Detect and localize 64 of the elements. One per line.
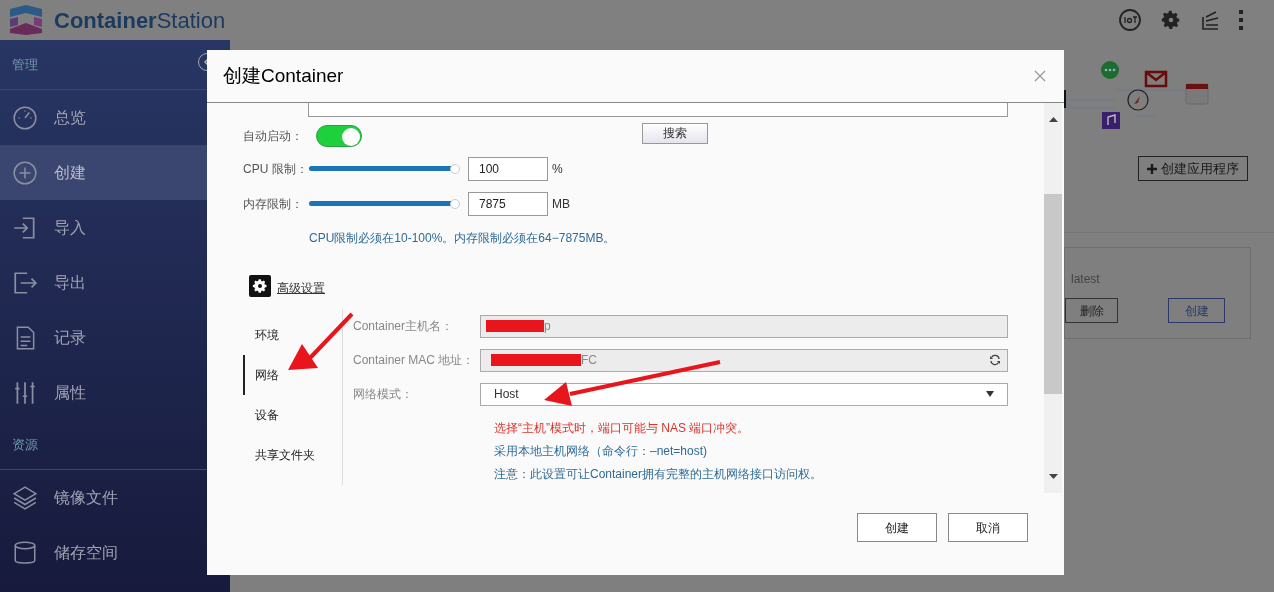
limit-note: CPU限制必须在10-100%。内存限制必须在64−7875MB。 (309, 230, 617, 247)
more-icon[interactable] (1238, 10, 1244, 30)
dialog-title: 创建Container (223, 63, 344, 88)
create-app-button[interactable]: 创建应用程序 (1138, 156, 1248, 181)
dropdown[interactable]: Host (480, 382, 1008, 406)
toggle-switch[interactable] (316, 125, 362, 147)
iot-icon[interactable] (1118, 8, 1142, 32)
sidebar-item[interactable]: 储存空间 (0, 525, 230, 580)
field-label: CPU 限制： (243, 160, 309, 178)
layers-icon (12, 484, 38, 511)
gauge-icon (12, 104, 38, 131)
cancel-button[interactable]: 取消 (948, 513, 1028, 542)
image-tag: latest (1071, 270, 1100, 288)
create-button[interactable]: 创建 (857, 513, 937, 542)
settings-icon (249, 275, 271, 297)
info-text: 采用本地主机网络（命令行：–net=host) (494, 443, 709, 460)
sidebar-item[interactable]: 镜像文件 (0, 470, 230, 525)
number-field[interactable]: 7875 (468, 191, 548, 216)
advanced-settings-link[interactable]: 高级设置 (277, 279, 325, 297)
annotation-arrow (288, 312, 354, 372)
plus-icon (1147, 163, 1157, 174)
unit-label: % (552, 160, 563, 178)
side-tab[interactable]: 环境 (243, 315, 342, 355)
warning-text: 选择“主机”模式时，端口可能与 NAS 端口冲突。 (494, 420, 751, 437)
plus-icon (12, 159, 38, 186)
delete-button[interactable]: 删除 (1065, 298, 1118, 323)
number-field[interactable]: 100 (468, 156, 548, 181)
info-text: 注意：此设置可让Container拥有完整的主机网络接口访问权。 (494, 466, 824, 483)
scrollbar-thumb[interactable] (1044, 194, 1062, 394)
slider[interactable] (309, 197, 460, 210)
close-icon[interactable] (1034, 70, 1046, 82)
section-title: 管理 (12, 55, 38, 74)
logo-icon (8, 5, 44, 35)
sidebar-item[interactable]: 总览 (0, 90, 230, 145)
sidebar-item[interactable]: 属性 (0, 365, 230, 420)
slider[interactable] (309, 162, 460, 175)
sidebar-item[interactable]: 导出 (0, 255, 230, 310)
field-label: 自动启动： (243, 128, 304, 145)
sliders-icon (12, 379, 38, 406)
unit-label: MB (552, 195, 570, 213)
import-icon (12, 214, 38, 241)
field-label: 网络模式： (353, 386, 414, 403)
scroll-down-icon[interactable] (1048, 474, 1058, 479)
field-label: Container MAC 地址： (353, 352, 476, 369)
app-title: ContainerStation (54, 6, 226, 35)
side-tab[interactable]: 共享文件夹 (243, 435, 342, 475)
field-label: 内存限制： (243, 195, 304, 213)
scrollbar[interactable] (1044, 103, 1062, 493)
side-tab[interactable]: 设备 (243, 395, 342, 435)
sidebar-item[interactable]: 导入 (0, 200, 230, 255)
slider-thumb[interactable] (450, 163, 460, 174)
cylinder-icon (12, 539, 38, 566)
scroll-up-icon[interactable] (1048, 117, 1058, 122)
settings-icon[interactable] (1160, 9, 1182, 31)
slider-thumb[interactable] (450, 198, 460, 209)
search-button[interactable]: 搜索 (642, 122, 708, 144)
export-icon (12, 269, 38, 296)
input-field: FC (480, 348, 1008, 372)
section-title: 资源 (12, 435, 38, 454)
stack-icon[interactable] (1200, 9, 1220, 31)
field-label: Container主机名： (353, 318, 455, 335)
input-field: p (480, 314, 1008, 338)
caret-icon[interactable] (986, 391, 994, 397)
sidebar-item[interactable]: 记录 (0, 310, 230, 365)
